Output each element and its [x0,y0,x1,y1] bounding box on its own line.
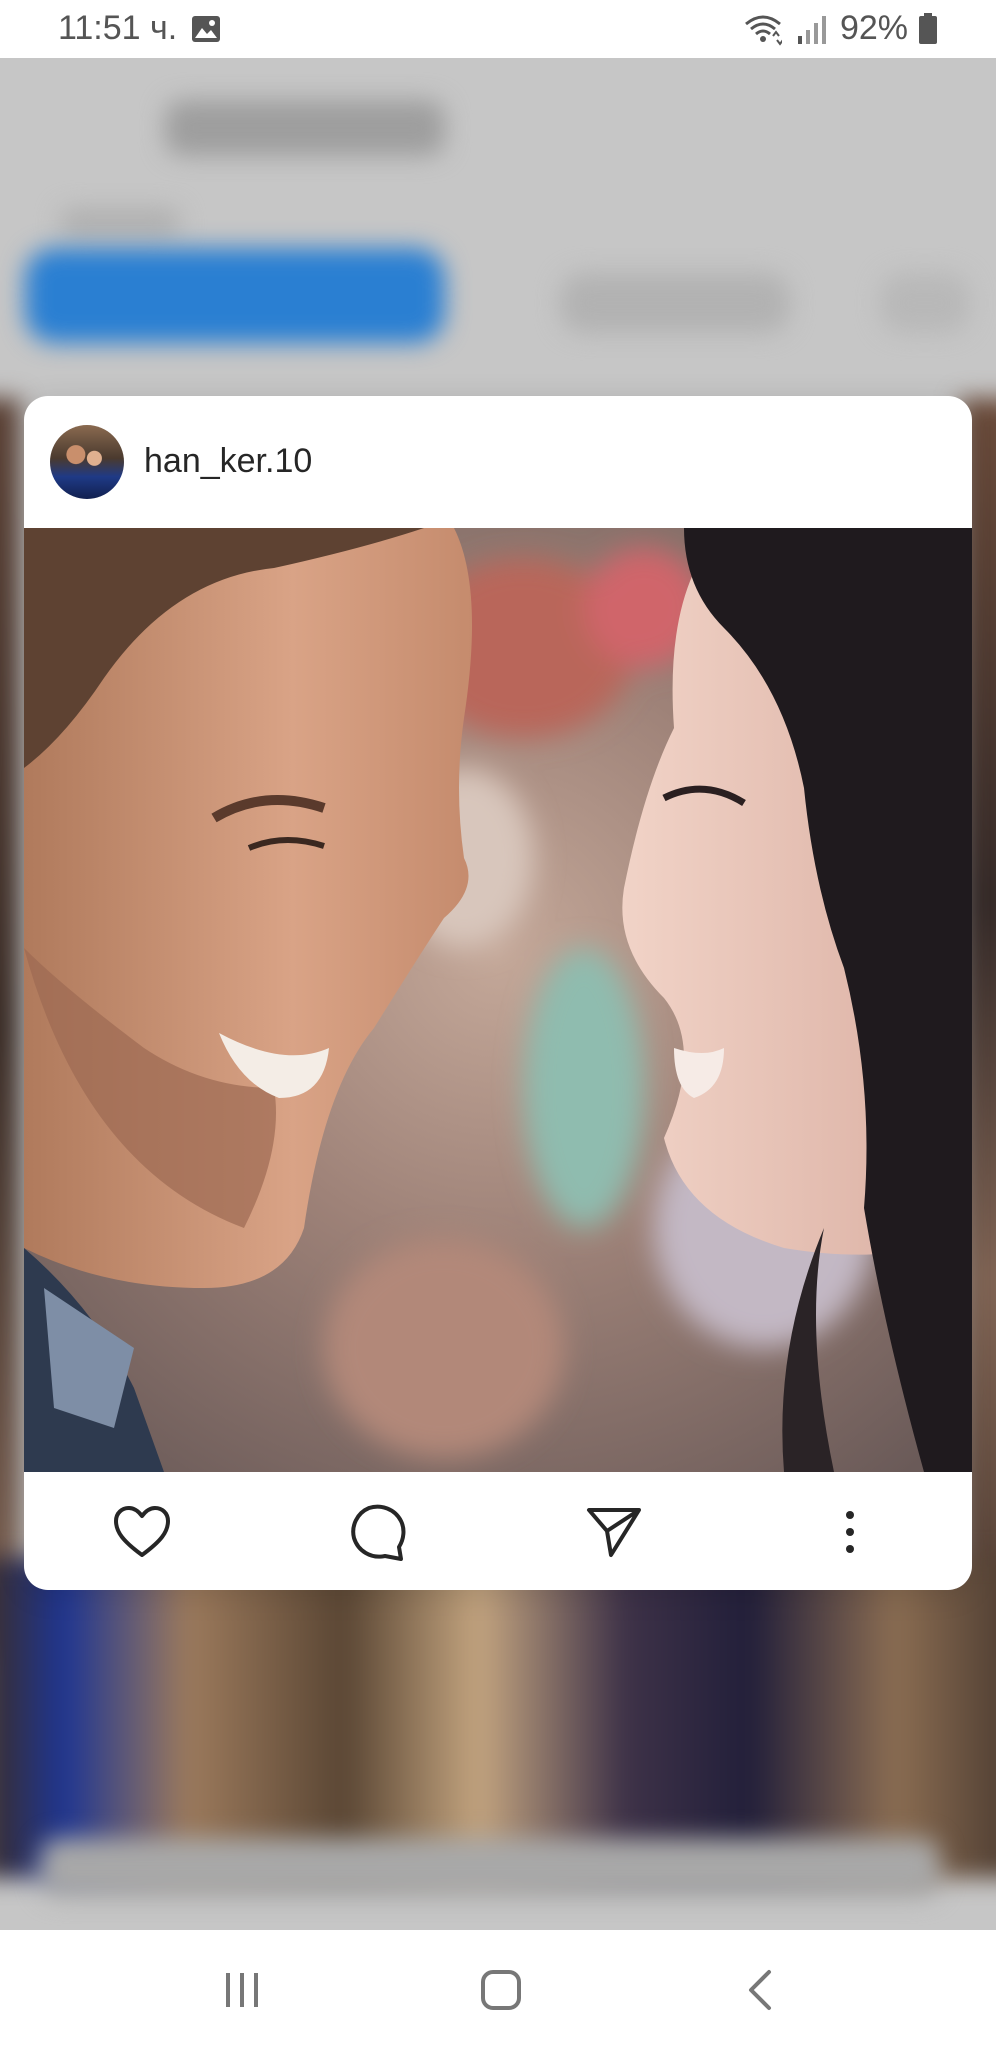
background-primary-button [25,248,445,343]
username[interactable]: han_ker.10 [144,442,312,481]
post-action-bar [24,1472,972,1590]
more-options-button[interactable] [820,1502,880,1562]
comment-icon [351,1504,406,1561]
background-secondary-button [560,273,790,333]
battery-icon [919,12,937,44]
background-title-block [165,100,445,156]
wifi-icon [744,15,782,46]
home-icon [481,1970,521,2010]
post-preview-card: han_ker.10 [24,396,972,1590]
signal-icon [797,15,826,44]
comment-button[interactable] [348,1502,408,1562]
more-icon [846,1511,854,1553]
status-bar: 11:51 ч. 92% [0,0,996,58]
home-button[interactable] [471,1960,531,2020]
back-button[interactable] [730,1960,790,2020]
send-icon [587,1508,641,1557]
post-photo [24,528,972,1472]
heart-icon [114,1506,170,1557]
background-photo-strip [0,1558,996,1878]
like-button[interactable] [112,1502,172,1562]
background-bottom-row [40,1838,940,1898]
back-icon [749,1970,771,2010]
post-image[interactable] [24,528,972,1472]
background-tertiary-button [880,273,970,333]
avatar[interactable] [50,425,124,499]
battery-percent: 92% [839,9,908,47]
navigation-bar [0,1930,996,2048]
post-header: han_ker.10 [24,396,972,528]
status-time: 11:51 ч. [58,9,178,47]
background-subtitle-block [60,208,180,238]
share-button[interactable] [584,1502,644,1562]
gallery-icon [192,15,221,42]
recents-button[interactable] [212,1960,272,2020]
recents-icon [226,1973,258,2007]
background-left-image-edge [0,398,20,1658]
